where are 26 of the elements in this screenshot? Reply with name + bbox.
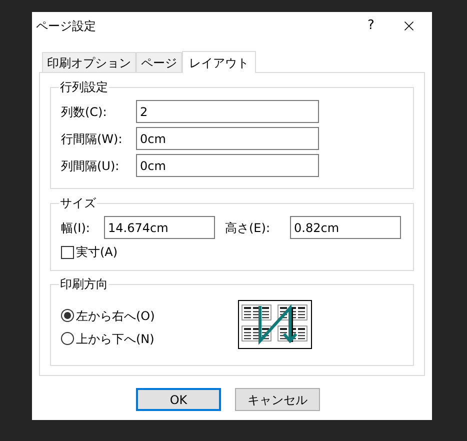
- dialog-button[interactable]: OK: [136, 388, 221, 411]
- input-field[interactable]: 0.82cm: [290, 216, 401, 239]
- radio-button[interactable]: [61, 332, 74, 345]
- window-title: ページ設定: [36, 18, 96, 35]
- field-label: 高さ(E):: [225, 220, 271, 236]
- dialog-button[interactable]: キャンセル: [235, 388, 320, 411]
- tab[interactable]: レイアウト: [182, 51, 256, 73]
- tab[interactable]: 印刷オプション: [42, 52, 136, 72]
- checkbox[interactable]: [61, 246, 74, 258]
- field-label: 幅(I):: [61, 220, 91, 236]
- field-label: 列数(C):: [61, 104, 108, 120]
- group-title: 行列設定: [59, 79, 109, 95]
- input-field[interactable]: 14.674cm: [104, 216, 215, 239]
- group-title: 印刷方向: [59, 276, 109, 292]
- field-label: 行間隔(W):: [61, 130, 124, 148]
- input-field[interactable]: 2: [136, 100, 319, 123]
- field-label: 列間隔(U):: [61, 158, 120, 174]
- group-title: サイズ: [59, 195, 97, 211]
- help-button[interactable]: ?: [356, 16, 386, 36]
- input-field[interactable]: 0cm: [136, 127, 319, 150]
- checkbox-label: 実寸(A): [76, 244, 118, 261]
- tab[interactable]: ページ: [136, 52, 182, 72]
- radio-label: 上から下へ(N): [76, 330, 154, 348]
- radio-button[interactable]: [61, 309, 74, 322]
- input-field[interactable]: 0cm: [136, 154, 319, 177]
- radio-label: 左から右へ(O): [76, 308, 155, 324]
